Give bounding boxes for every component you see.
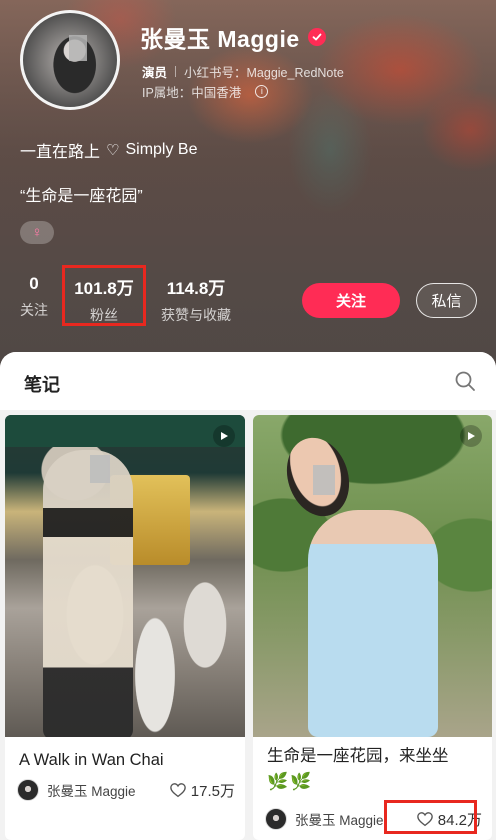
profile-meta-line2: IP属地：中国香港 i (142, 82, 269, 101)
like-count: 17.5万 (190, 782, 235, 800)
verified-icon (307, 28, 326, 46)
bio-text-b: Simply Be (125, 141, 198, 158)
note-title-text: 生命是一座花园，来坐坐 (267, 747, 449, 765)
profile-name: 张曼玉 Maggie (140, 26, 300, 52)
redbook-id[interactable]: 小红书号：Maggie_RedNote (184, 62, 344, 81)
author-name[interactable]: 张曼玉 Maggie (47, 780, 136, 800)
heart-icon (169, 783, 186, 798)
play-icon (460, 425, 482, 447)
followers-label: 粉丝 (90, 307, 118, 323)
cover-face-blur (90, 455, 110, 483)
cover-awning (5, 415, 245, 447)
search-icon[interactable] (454, 370, 476, 392)
meta-divider (175, 66, 177, 77)
leaf-emoji: 🌿🌿 (267, 772, 314, 791)
note-card[interactable]: 生命是一座花园，来坐坐 🌿🌿 张曼玉 Maggie 84.2万 (253, 415, 492, 840)
name-row: 张曼玉 Maggie (140, 20, 326, 54)
play-icon (213, 425, 235, 447)
note-card[interactable]: A Walk in Wan Chai 张曼玉 Maggie 17.5万 (5, 415, 245, 840)
profile-avatar[interactable] (20, 10, 120, 110)
message-button[interactable]: 私信 (416, 283, 477, 318)
tab-notes[interactable]: 笔记 (24, 371, 60, 397)
notes-panel-header: 笔记 (0, 352, 496, 410)
note-footer: 张曼玉 Maggie 84.2万 (265, 800, 482, 834)
likes-collects-label: 获赞与收藏 (161, 307, 231, 323)
likes-highlight-box (384, 800, 477, 834)
author-avatar[interactable] (265, 808, 287, 830)
follow-button[interactable]: 关注 (302, 283, 400, 318)
ip-location: IP属地：中国香港 (142, 86, 242, 100)
role-tag: 演员 (142, 66, 168, 80)
note-title[interactable]: A Walk in Wan Chai (5, 747, 245, 773)
bio-text-a: 一直在路上 (20, 144, 101, 161)
profile-meta-line1: 演员 小红书号：Maggie_RedNote (142, 62, 344, 81)
female-icon: ♀ (20, 221, 54, 244)
author-name[interactable]: 张曼玉 Maggie (295, 809, 384, 829)
followers-count: 101.8万 (74, 279, 134, 298)
stat-following[interactable]: 0 关注 (18, 274, 50, 320)
note-title[interactable]: 生命是一座花园，来坐坐 🌿🌿 (253, 743, 492, 795)
following-label: 关注 (20, 302, 48, 318)
note-cover-image[interactable] (5, 415, 245, 737)
following-count: 0 (29, 274, 39, 293)
cover-person (308, 510, 438, 737)
note-cover-image[interactable] (253, 415, 492, 737)
notes-panel: 笔记 A Walk in Wan Chai 张曼玉 Maggie 17.5万 生… (0, 352, 496, 840)
avatar-blur (69, 35, 87, 61)
heart-outline-icon: ♡ (106, 142, 120, 159)
stat-followers[interactable]: 101.8万 粉丝 (62, 265, 146, 326)
bio-line1: 一直在路上 ♡ Simply Be (20, 138, 198, 162)
bio-line2: “生命是一座花园” (20, 188, 143, 205)
author-avatar[interactable] (17, 779, 39, 801)
stat-likes-collects[interactable]: 114.8万 获赞与收藏 (156, 274, 236, 325)
profile-header: 张曼玉 Maggie 演员 小红书号：Maggie_RedNote IP属地：中… (0, 0, 496, 372)
cover-face-blur (313, 465, 335, 495)
note-footer: 张曼玉 Maggie 17.5万 (17, 779, 235, 801)
likes-collects-count: 114.8万 (166, 279, 226, 298)
info-icon[interactable]: i (255, 85, 269, 98)
like-button[interactable]: 17.5万 (169, 780, 235, 801)
cover-person (43, 450, 133, 737)
